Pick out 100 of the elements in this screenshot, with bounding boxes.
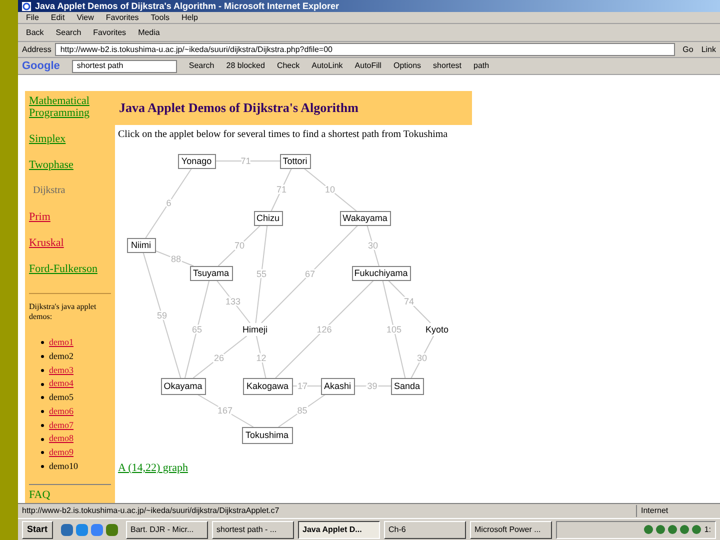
menu-item[interactable]: Help — [181, 12, 198, 24]
demo-label: demo2 — [49, 350, 74, 363]
toolbar-button[interactable]: Options — [393, 60, 422, 72]
edge-weight: 30 — [368, 240, 378, 250]
demo-label: demo10 — [49, 460, 78, 473]
demos-caption: Dijkstra's java applet demos: — [29, 302, 98, 322]
start-button[interactable]: Start — [22, 520, 53, 538]
bullet-icon — [41, 355, 44, 358]
menu-item[interactable]: Edit — [50, 12, 65, 24]
menu-item[interactable]: Favorites — [106, 12, 139, 24]
menu-item[interactable]: File — [26, 12, 39, 24]
current-page-label: Dijkstra — [32, 185, 66, 197]
edge-weight: 74 — [404, 296, 414, 306]
graph-node[interactable]: Tsuyama — [190, 266, 233, 281]
intro-text: Click on the applet below for several times to find a shortest path from Tokushima — [117, 128, 449, 142]
toolbar-button[interactable]: Search — [56, 26, 82, 38]
window-title: Java Applet Demos of Dijkstra's Algorithm - Microsoft Internet Explorer — [35, 2, 340, 10]
graph-link[interactable]: A (14,22) graph — [115, 460, 472, 476]
search-field[interactable]: shortest path — [72, 60, 177, 72]
edge-weight: 30 — [417, 352, 427, 363]
demo-link[interactable]: demo6 — [49, 404, 74, 418]
quick-launch-icon[interactable] — [76, 524, 88, 536]
go-button[interactable]: Go — [678, 44, 698, 56]
taskbar-button[interactable]: Ch-6 — [384, 520, 466, 538]
taskbar-button[interactable]: Bart. DJR - Micr... — [126, 520, 208, 538]
bullet-icon — [41, 368, 44, 372]
demo-label: demo5 — [49, 391, 74, 404]
graph-node[interactable]: Akashi — [321, 378, 355, 395]
address-label: Address — [22, 44, 52, 56]
menu-item[interactable]: Tools — [150, 12, 170, 24]
demo-link[interactable]: demo3 — [49, 364, 74, 378]
demo-link[interactable]: demo8 — [49, 432, 74, 446]
zone-indicator: Internet — [636, 505, 716, 517]
edge-weight: 71 — [276, 184, 286, 194]
edge-weight: 39 — [367, 381, 378, 391]
toolbar-button[interactable]: path — [474, 60, 490, 72]
edge-weight: 65 — [192, 324, 202, 334]
graph-node[interactable]: Okayama — [161, 378, 206, 395]
edge-weight: 167 — [217, 406, 233, 416]
toolbar-button[interactable]: Back — [26, 26, 44, 38]
toolbar-button[interactable]: AutoLink — [312, 60, 343, 72]
graph-node[interactable]: Wakayama — [340, 211, 391, 226]
menu-item[interactable]: View — [76, 12, 94, 24]
browser-icon — [22, 2, 31, 10]
bullet-icon — [41, 438, 44, 441]
taskbar-button[interactable]: shortest path - ... — [212, 520, 294, 538]
edge-line — [145, 168, 192, 238]
bullet-icon — [41, 451, 44, 454]
edge-weight: 88 — [171, 254, 181, 264]
toolbar-button[interactable]: shortest — [433, 60, 462, 72]
edge-weight: 6 — [166, 198, 172, 208]
toolbar-button[interactable]: Search — [188, 60, 214, 72]
bullet-icon — [41, 396, 44, 400]
edge-weight: 59 — [157, 310, 167, 320]
edge-line — [214, 160, 280, 162]
edge-weight: 126 — [316, 324, 332, 334]
graph-node[interactable]: Chizu — [254, 211, 283, 226]
status-text: http://www-b2.is.tokushima-u.ac.jp/~ikeda/suuri/dijkstra/DijkstraApplet.c7 — [22, 505, 280, 517]
bullet-icon — [41, 424, 44, 427]
clock: 1: — [704, 524, 711, 536]
demo-link[interactable]: demo7 — [49, 418, 74, 432]
edge-weight: 12 — [256, 352, 266, 363]
quick-launch-icon[interactable] — [106, 524, 118, 536]
google-logo: Google — [22, 58, 60, 74]
toolbar-button[interactable]: 28 blocked — [226, 60, 265, 72]
edge-weight: 17 — [298, 381, 308, 391]
edge-weight: 85 — [297, 406, 308, 416]
demo-link[interactable]: demo4 — [49, 377, 74, 391]
address-field[interactable]: http://www-b2.is.tokushima-u.ac.jp/~ikeda/suuri/dijkstra/Dijkstra.php?dfile=00 — [55, 43, 675, 56]
nav-link[interactable]: Kruskal — [29, 237, 111, 249]
quick-launch-icon[interactable] — [60, 524, 73, 536]
graph-node[interactable]: Niimi — [127, 238, 156, 253]
taskbar-button[interactable]: Microsoft Power ... — [470, 520, 552, 538]
graph-node[interactable]: Sanda — [391, 378, 424, 395]
bullet-icon — [41, 382, 44, 386]
bullet-icon — [41, 465, 44, 468]
graph-node[interactable]: Fukuchiyama — [352, 266, 411, 281]
taskbar-button[interactable]: Java Applet D... — [298, 520, 380, 538]
edge-weight: 67 — [305, 268, 315, 279]
edge-weight: 26 — [214, 352, 224, 363]
demo-link[interactable]: demo1 — [49, 336, 74, 350]
edge-weight: 71 — [240, 156, 251, 166]
graph-node[interactable]: Kakogawa — [243, 378, 293, 395]
graph-node[interactable]: Yonago — [178, 154, 216, 169]
edge-weight: 133 — [225, 296, 241, 306]
edge-weight: 10 — [325, 184, 335, 194]
quick-launch-icon[interactable] — [90, 524, 103, 536]
graph-node[interactable]: Tottori — [280, 154, 311, 169]
bullet-icon — [41, 410, 44, 414]
toolbar-button[interactable]: Favorites — [93, 26, 126, 38]
demo-link[interactable]: demo9 — [49, 446, 74, 460]
toolbar-button[interactable]: Check — [276, 60, 300, 72]
links-button[interactable]: Link — [701, 44, 716, 56]
nav-link[interactable]: Prim — [29, 211, 111, 223]
toolbar-button[interactable]: Media — [138, 26, 160, 38]
page-heading: Java Applet Demos of Dijkstra's Algorithm — [119, 99, 358, 118]
bullet-icon — [41, 341, 44, 344]
toolbar-button[interactable]: AutoFill — [354, 60, 382, 72]
graph-node[interactable]: Tokushima — [242, 427, 293, 444]
edge-weight: 70 — [234, 240, 244, 250]
